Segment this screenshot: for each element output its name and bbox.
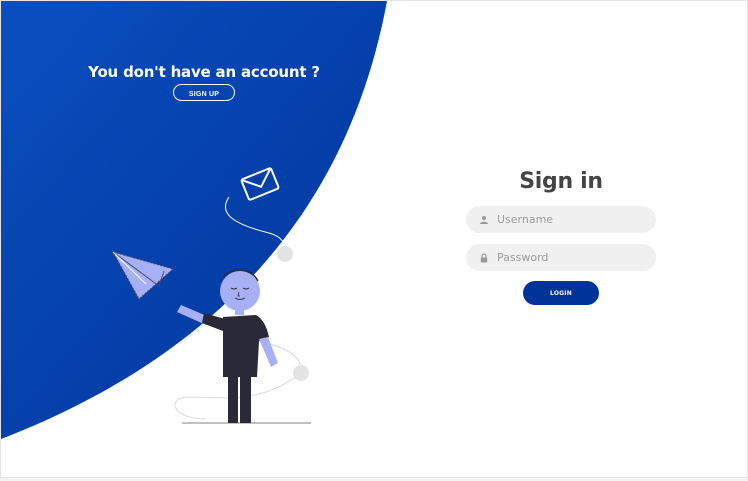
- password-input[interactable]: [497, 244, 647, 271]
- username-input[interactable]: [497, 206, 647, 233]
- app-window: You don't have an account ? SIGN UP Sign…: [0, 0, 748, 478]
- signin-form: Sign in LOGIN: [466, 167, 656, 305]
- signup-button[interactable]: SIGN UP: [173, 84, 235, 101]
- signin-title: Sign in: [519, 169, 603, 194]
- string-knot-upper: [277, 246, 293, 262]
- password-field[interactable]: [466, 244, 656, 271]
- signup-prompt: You don't have an account ?: [88, 63, 320, 81]
- envelope-icon: [240, 167, 280, 201]
- paper-plane-icon: [111, 251, 175, 300]
- user-icon: [480, 216, 488, 224]
- lock-icon: [480, 253, 488, 263]
- signup-panel: You don't have an account ? SIGN UP: [61, 63, 347, 101]
- username-field[interactable]: [466, 206, 656, 233]
- login-button[interactable]: LOGIN: [523, 281, 599, 305]
- person-figure: [177, 269, 278, 423]
- envelope-string: [225, 196, 286, 276]
- string-knot: [293, 365, 309, 381]
